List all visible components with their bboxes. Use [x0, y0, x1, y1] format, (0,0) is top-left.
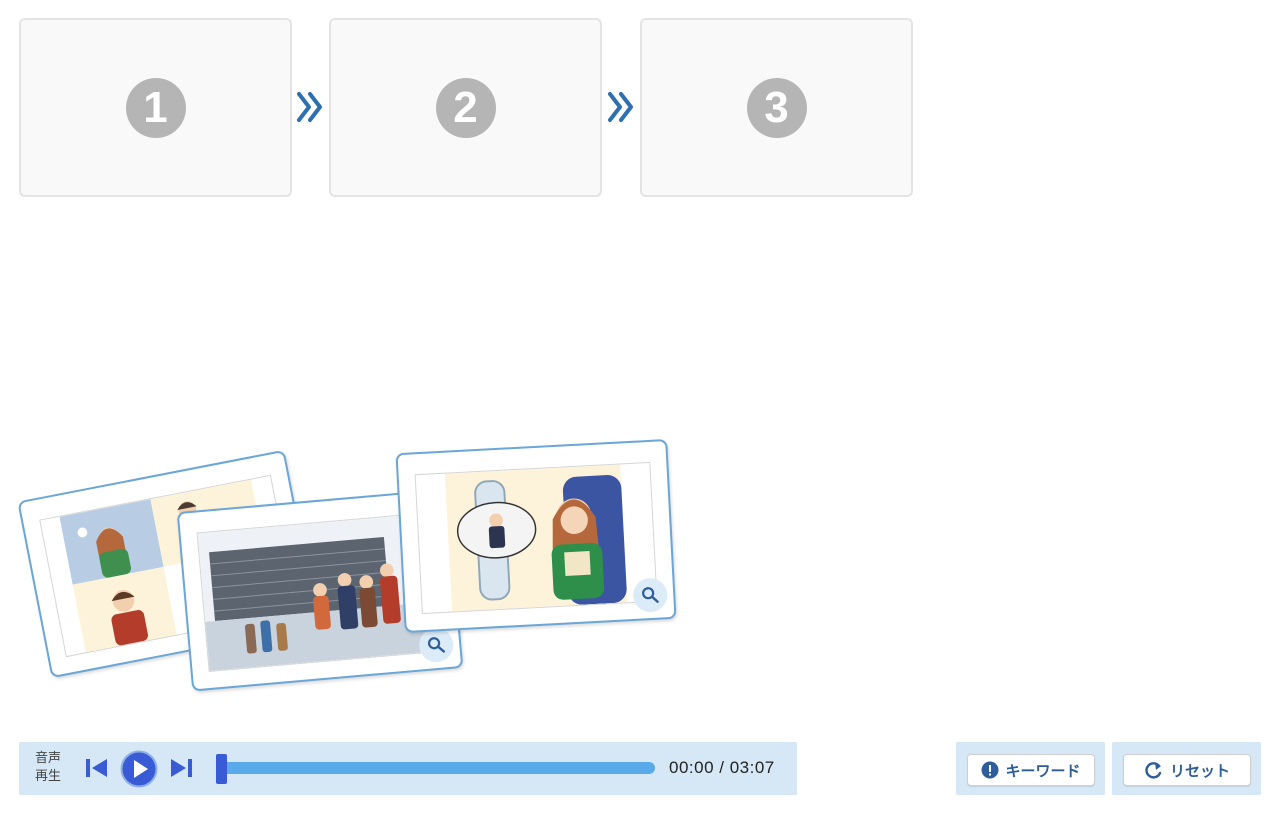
- drop-slot-3[interactable]: 3: [640, 18, 913, 197]
- skip-forward-icon[interactable]: [167, 754, 195, 782]
- keyword-button-wrap: キーワード: [956, 742, 1105, 795]
- keyword-button[interactable]: キーワード: [967, 754, 1095, 786]
- slot-number-2: 2: [435, 77, 496, 138]
- card-illustration: [414, 461, 658, 615]
- zoom-icon[interactable]: [632, 577, 669, 613]
- audio-player: 音声 再生 00:00 / 03:07: [19, 742, 797, 795]
- reset-button[interactable]: リセット: [1123, 754, 1251, 786]
- story-card-airplane[interactable]: [395, 439, 677, 633]
- progress-thumb[interactable]: [216, 754, 227, 784]
- audio-label-line2: 再生: [35, 769, 62, 784]
- exclamation-icon: [981, 761, 999, 779]
- slot-number-1: 1: [125, 77, 186, 138]
- reset-button-wrap: リセット: [1112, 742, 1261, 795]
- reset-button-label: リセット: [1169, 761, 1230, 780]
- keyword-button-label: キーワード: [1005, 761, 1081, 780]
- time-readout: 00:00 / 03:07: [669, 758, 775, 777]
- audio-label: 音声 再生: [35, 750, 61, 786]
- play-icon[interactable]: [120, 750, 158, 788]
- drop-slot-2[interactable]: 2: [329, 18, 602, 197]
- progress-track[interactable]: [219, 762, 655, 774]
- puzzle-stage: 1 2 3 音声 再生 00:00 / 03:07 キーワード リセット: [0, 0, 1280, 814]
- double-chevron-right-icon: [297, 92, 322, 122]
- zoom-icon[interactable]: [417, 626, 455, 664]
- double-chevron-right-icon: [608, 92, 633, 122]
- skip-back-icon[interactable]: [83, 754, 111, 782]
- audio-label-line1: 音声: [35, 751, 62, 766]
- drop-slot-1[interactable]: 1: [19, 18, 292, 197]
- reset-icon: [1144, 761, 1164, 779]
- slot-number-3: 3: [746, 77, 807, 138]
